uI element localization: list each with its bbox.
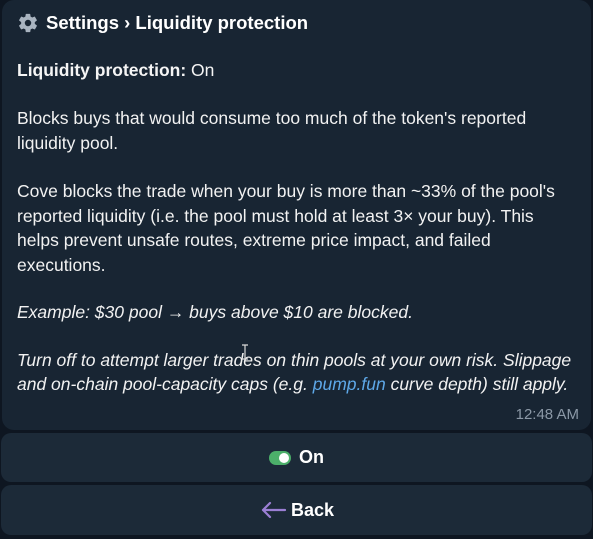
toggle-switch-icon bbox=[269, 450, 291, 465]
details-paragraph: Cove blocks the trade when your buy is m… bbox=[17, 181, 555, 275]
warning-paragraph: Turn off to attempt larger trades on thi… bbox=[17, 348, 577, 397]
gear-icon bbox=[19, 13, 37, 33]
text-cursor-icon bbox=[242, 344, 248, 360]
chat-view: Settings › Liquidity protection Liquidit… bbox=[0, 0, 593, 539]
back-button[interactable]: Back bbox=[1, 485, 592, 535]
description-paragraph: Blocks buys that would consume too much … bbox=[17, 108, 527, 153]
warning-text-end: curve depth) still apply. bbox=[385, 374, 569, 394]
status-line: Liquidity protection: On bbox=[17, 58, 577, 82]
toggle-button-label: On bbox=[299, 447, 324, 467]
message-timestamp: 12:48 AM bbox=[515, 406, 579, 423]
pump-fun-link[interactable]: pump.fun bbox=[313, 374, 386, 394]
message-bubble: Settings › Liquidity protection Liquidit… bbox=[2, 0, 591, 430]
example-paragraph: Example: $30 pool → buys above $10 are b… bbox=[17, 302, 413, 322]
status-value: On bbox=[191, 60, 215, 80]
toggle-on-button[interactable]: On bbox=[1, 433, 592, 482]
left-arrow-icon bbox=[261, 501, 287, 519]
status-label: Liquidity protection: bbox=[17, 60, 187, 80]
back-button-label: Back bbox=[290, 499, 335, 520]
breadcrumb: Settings › Liquidity protection bbox=[46, 12, 309, 33]
message-header: Settings › Liquidity protection bbox=[17, 10, 577, 36]
